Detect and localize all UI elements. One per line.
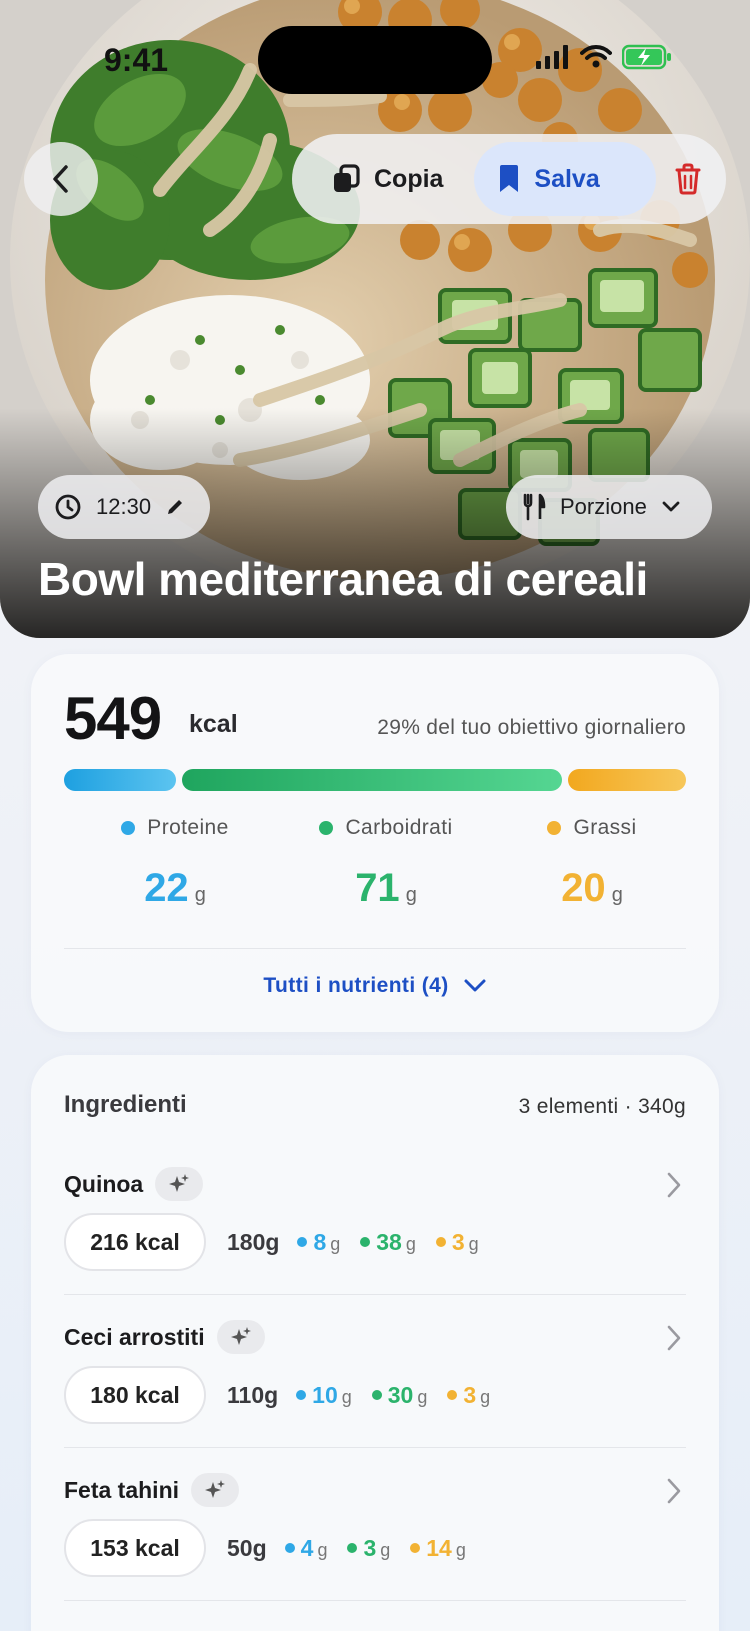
ai-estimate-badge xyxy=(216,1320,265,1354)
unit: g xyxy=(480,1386,491,1407)
divider xyxy=(64,1600,686,1601)
ingredient-grams: 110g xyxy=(227,1381,279,1408)
unit: g xyxy=(468,1233,479,1254)
time-value: 12:30 xyxy=(96,494,152,519)
ingredient-fat: 14 xyxy=(426,1534,452,1561)
copy-label: Copia xyxy=(374,164,444,193)
unit: g xyxy=(417,1386,428,1407)
pencil-icon xyxy=(168,500,183,514)
save-label: Salva xyxy=(534,164,600,193)
battery-icon xyxy=(622,44,671,70)
ingredient-kcal: 216 kcal xyxy=(64,1213,206,1271)
ingredient-protein: 4 xyxy=(300,1534,314,1561)
fork-knife-icon xyxy=(523,493,546,521)
macro-protein: Proteine 22 g xyxy=(75,816,275,911)
signal-icon xyxy=(536,45,568,69)
ingredient-name: Ceci arrostiti xyxy=(64,1323,205,1350)
macro-bar-protein xyxy=(64,769,177,791)
chevron-down-icon xyxy=(464,979,486,992)
copy-icon xyxy=(334,164,360,192)
back-button[interactable] xyxy=(24,142,98,216)
all-nutrients-button[interactable]: Tutti i nutrienti (4) xyxy=(31,974,719,998)
trash-icon xyxy=(675,163,701,195)
delete-button[interactable] xyxy=(658,142,718,216)
macro-value: 22 xyxy=(144,866,189,910)
ingredient-name: Quinoa xyxy=(64,1170,144,1197)
ingredient-carbs: 3 xyxy=(363,1534,377,1561)
ingredient-row[interactable]: Quinoa 216 kcal 180g 8g 38 g 3g xyxy=(64,1155,686,1305)
ai-estimate-badge xyxy=(155,1167,204,1201)
ingredient-carbs: 30 xyxy=(387,1381,414,1408)
ingredient-fat: 3 xyxy=(463,1381,477,1408)
chevron-down-icon xyxy=(662,501,680,512)
chevron-left-icon xyxy=(53,165,68,193)
hero-image-header: 9:41 Copia Salva 12:30 Porzione Bowl med… xyxy=(0,0,750,638)
all-nutrients-label: Tutti i nutrienti (4) xyxy=(263,974,449,997)
divider xyxy=(64,948,686,949)
ingredient-kcal: 153 kcal xyxy=(64,1519,206,1577)
macro-label: Grassi xyxy=(573,816,637,839)
portion-selector[interactable]: Porzione xyxy=(506,475,712,539)
unit: g xyxy=(330,1233,341,1254)
time-chip[interactable]: 12:30 xyxy=(38,475,210,539)
macro-value: 20 xyxy=(561,866,606,910)
ingredient-row[interactable]: Feta tahini 153 kcal 50g 4g 3g 14 g xyxy=(64,1461,686,1611)
macro-bar-carbs xyxy=(182,769,562,791)
chevron-right-icon xyxy=(667,1478,681,1504)
macro-bar-fat xyxy=(567,769,686,791)
sparkle-icon xyxy=(169,1174,190,1192)
divider xyxy=(64,1294,686,1295)
ingredient-name: Feta tahini xyxy=(64,1476,180,1503)
macro-unit: g xyxy=(194,884,206,906)
ingredient-protein: 8 xyxy=(313,1228,327,1255)
portion-label: Porzione xyxy=(560,494,647,519)
macro-unit: g xyxy=(405,884,417,906)
ingredient-kcal: 180 kcal xyxy=(64,1366,206,1424)
ingredients-card: Ingredienti 3 elementi · 340g Quinoa 216… xyxy=(31,1055,719,1631)
macro-unit: g xyxy=(611,884,623,906)
unit: g xyxy=(317,1539,328,1560)
unit: g xyxy=(405,1233,416,1254)
divider xyxy=(64,1447,686,1448)
macro-fat: Grassi 20 g xyxy=(492,816,692,911)
bookmark-icon xyxy=(500,165,519,192)
unit: g xyxy=(380,1539,391,1560)
macro-carbs: Carboidrati 71 g xyxy=(286,816,486,911)
carbs-dot xyxy=(319,821,334,835)
ingredient-protein: 10 xyxy=(312,1381,338,1408)
ingredients-title: Ingredienti xyxy=(64,1091,187,1118)
ingredients-summary: 3 elementi · 340g xyxy=(518,1095,686,1118)
fat-dot xyxy=(547,821,562,835)
chevron-right-icon xyxy=(667,1325,681,1351)
sparkle-icon xyxy=(205,1480,226,1498)
ingredient-row[interactable]: Ceci arrostiti 180 kcal 110g 10 g 30 g 3g xyxy=(64,1308,686,1458)
chevron-right-icon xyxy=(667,1172,681,1198)
ingredient-grams: 50g xyxy=(227,1534,267,1561)
ingredient-grams: 180g xyxy=(227,1228,280,1255)
ingredient-fat: 3 xyxy=(451,1228,465,1255)
sparkle-icon xyxy=(230,1327,251,1345)
macro-value: 71 xyxy=(355,866,400,910)
meal-title: Bowl mediterranea di cereali xyxy=(38,553,648,605)
macro-label: Carboidrati xyxy=(345,816,453,839)
unit: g xyxy=(455,1539,466,1560)
action-bar: Copia Salva xyxy=(292,134,726,224)
status-icons xyxy=(536,44,672,70)
macro-label: Proteine xyxy=(147,816,229,839)
save-button[interactable]: Salva xyxy=(474,142,656,216)
copy-button[interactable]: Copia xyxy=(300,142,474,216)
wifi-icon xyxy=(580,45,612,68)
ingredient-carbs: 38 xyxy=(376,1228,402,1255)
calories-value: 549 xyxy=(64,685,162,752)
macro-bar xyxy=(64,769,686,791)
nutrition-card: 549 kcal 29% del tuo obiettivo giornalie… xyxy=(31,654,719,1032)
clock-icon xyxy=(55,494,81,520)
ai-estimate-badge xyxy=(191,1473,240,1507)
unit: g xyxy=(341,1386,352,1407)
daily-goal-text: 29% del tuo obiettivo giornaliero xyxy=(377,716,686,739)
dynamic-island xyxy=(258,26,492,94)
calories-unit: kcal xyxy=(189,710,238,738)
protein-dot xyxy=(121,821,136,835)
status-time: 9:41 xyxy=(104,42,169,78)
